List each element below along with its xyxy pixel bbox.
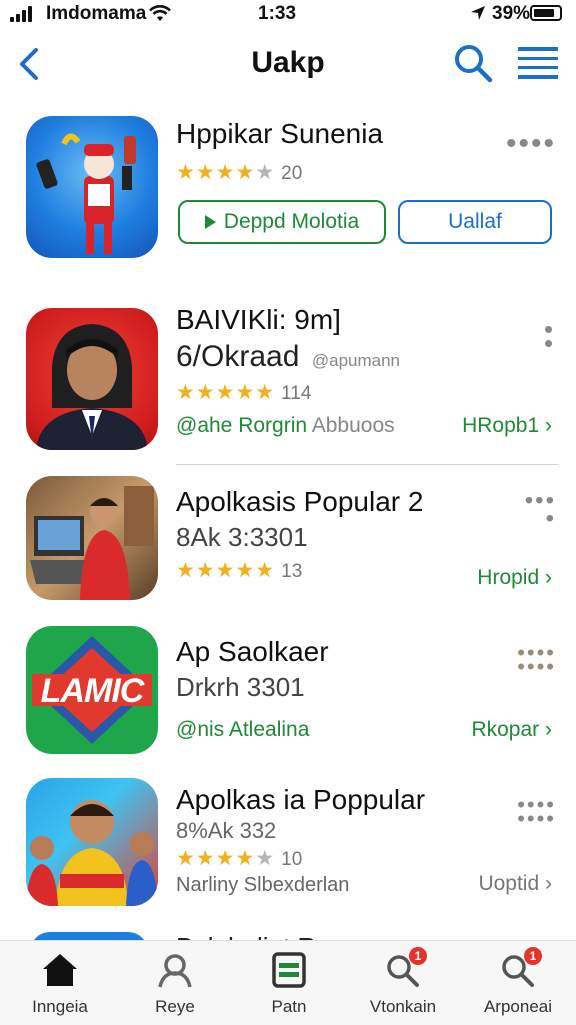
star-rating: ★★★★★ 10 <box>176 847 303 870</box>
app-subtitle: 8%Ak 332 <box>176 818 277 843</box>
app-subtitle-small: @apumann <box>311 351 401 370</box>
app-icon[interactable] <box>26 116 158 258</box>
play-icon <box>204 215 216 229</box>
more-options-icon[interactable]: • • <box>544 316 554 356</box>
app-row[interactable]: LAMIC Ap Saolkaer Drkrh 3301 @nis Atleal… <box>0 624 576 764</box>
star-rating: ★★★★★ 114 <box>176 381 312 404</box>
app-row[interactable]: Apolkas ia Poppular 8%Ak 332 ★★★★★ 10 Nar… <box>0 774 576 914</box>
more-options-icon[interactable]: •••• <box>506 129 556 159</box>
robot-figure-icon <box>36 133 136 254</box>
app-subtitle-group: 6/Okraad @apumann <box>176 340 400 374</box>
notification-badge: 1 <box>524 947 542 965</box>
developer-secondary: Abbuoos <box>311 414 395 437</box>
status-bar: Imdomama 1:33 39% <box>0 0 576 30</box>
star-rating: ★★★★★ 13 <box>176 559 303 582</box>
rating-count: 20 <box>281 163 303 184</box>
action-label: Rkopar <box>471 718 540 741</box>
app-name: BAIVIKli: 9m] <box>176 304 341 335</box>
action-link[interactable]: Hropid › <box>477 566 552 590</box>
star-rating: ★★★★★ 20 <box>176 161 303 184</box>
rating-count: 13 <box>281 561 303 582</box>
app-row[interactable]: Hppikar Sunenia ★★★★★ 20 •••• Deppd Molot… <box>0 112 576 262</box>
carrier-name: Imdomama <box>46 3 147 24</box>
kids-group-icon <box>26 800 158 906</box>
developer-primary: @ahe Rorgrin <box>176 414 308 437</box>
tab-bar: Inngeia Reye Patn 1 Vtonkain 1 Arponeai <box>0 940 576 1025</box>
app-row-partial[interactable]: Baluhaliat R <box>0 928 576 940</box>
chevron-right-icon: › <box>545 566 552 589</box>
app-icon[interactable] <box>26 476 158 600</box>
action-link[interactable]: Rkopar › <box>471 718 552 742</box>
secondary-button[interactable]: Uallaf <box>398 200 552 244</box>
app-name: Baluhaliat R <box>176 932 316 940</box>
download-button-label: Deppd Molotia <box>223 210 360 233</box>
battery-icon <box>530 5 562 21</box>
search-icon: 1 <box>383 947 427 989</box>
search-icon: 1 <box>498 947 542 989</box>
action-label: Uoptid <box>478 872 540 895</box>
signal-icon <box>10 6 36 22</box>
tab-label: Patn <box>271 997 307 1016</box>
tab-label: Reye <box>155 997 195 1016</box>
search-icon[interactable] <box>452 42 494 84</box>
nav-bar: Uakp <box>0 36 576 92</box>
home-icon <box>43 954 77 986</box>
tab-apps[interactable]: Patn <box>234 951 344 1017</box>
developer-name: Narliny Slbexderlan <box>176 874 350 896</box>
action-label: Hropid <box>477 566 540 589</box>
action-label: HRopb1 <box>462 414 540 437</box>
app-name: Apolkas ia Poppular <box>176 784 426 815</box>
app-subtitle: 6/Okraad <box>176 340 300 373</box>
developer-name: @nis Atlealina <box>176 718 310 741</box>
app-row[interactable]: Apolkasis Popular 2 8Ak 3:3301 ★★★★★ 13 H… <box>0 472 576 612</box>
tab-search[interactable]: 1 Vtonkain <box>348 947 458 1017</box>
person-portrait-icon <box>36 324 148 450</box>
developer-name: @ahe Rorgrin Abbuoos <box>176 414 395 438</box>
notification-badge: 1 <box>409 947 427 965</box>
app-name: Ap Saolkaer <box>176 636 329 667</box>
chevron-right-icon: › <box>545 872 552 895</box>
apps-icon <box>272 952 306 988</box>
action-link[interactable]: Uoptid › <box>478 872 552 896</box>
tab-label: Vtonkain <box>369 997 437 1016</box>
tab-search-2[interactable]: 1 Arponeai <box>463 947 573 1017</box>
app-subtitle: Drkrh 3301 <box>176 672 305 702</box>
person-icon <box>158 954 192 988</box>
wifi-icon <box>149 5 171 21</box>
chevron-right-icon: › <box>545 414 552 437</box>
tab-people[interactable]: Reye <box>120 951 230 1017</box>
action-link[interactable]: HRopb1 › <box>462 414 552 438</box>
app-name: Apolkasis Popular 2 <box>176 486 424 517</box>
more-options-icon[interactable]: •••• •••• <box>516 642 556 678</box>
battery-percent: 39% <box>492 3 531 24</box>
app-icon[interactable] <box>26 778 158 906</box>
app-icon[interactable]: LAMIC <box>26 626 158 754</box>
download-button[interactable]: Deppd Molotia <box>178 200 386 244</box>
boy-laptop-icon <box>30 486 154 600</box>
tab-label: Arponeai <box>483 997 553 1016</box>
app-subtitle: 8Ak 3:3301 <box>176 522 308 552</box>
divider <box>176 464 558 465</box>
app-icon[interactable] <box>26 308 158 450</box>
more-options-icon[interactable]: •••• •••• <box>516 794 556 830</box>
tab-home[interactable]: Inngeia <box>5 951 115 1017</box>
rating-count: 10 <box>281 849 303 870</box>
clock: 1:33 <box>258 3 297 24</box>
chevron-right-icon: › <box>545 718 552 741</box>
app-icon[interactable] <box>30 932 148 940</box>
icon-text: LAMIC <box>40 672 145 710</box>
app-row[interactable]: BAIVIKli: 9m] 6/Okraad @apumann ★★★★★ 114… <box>0 300 576 450</box>
app-name: Hppikar Sunenia <box>176 118 384 149</box>
menu-icon[interactable] <box>516 44 560 82</box>
location-icon <box>471 6 485 20</box>
tab-label: Inngeia <box>32 997 88 1016</box>
rating-count: 114 <box>281 383 312 404</box>
more-options-icon[interactable]: •••• <box>516 489 556 531</box>
